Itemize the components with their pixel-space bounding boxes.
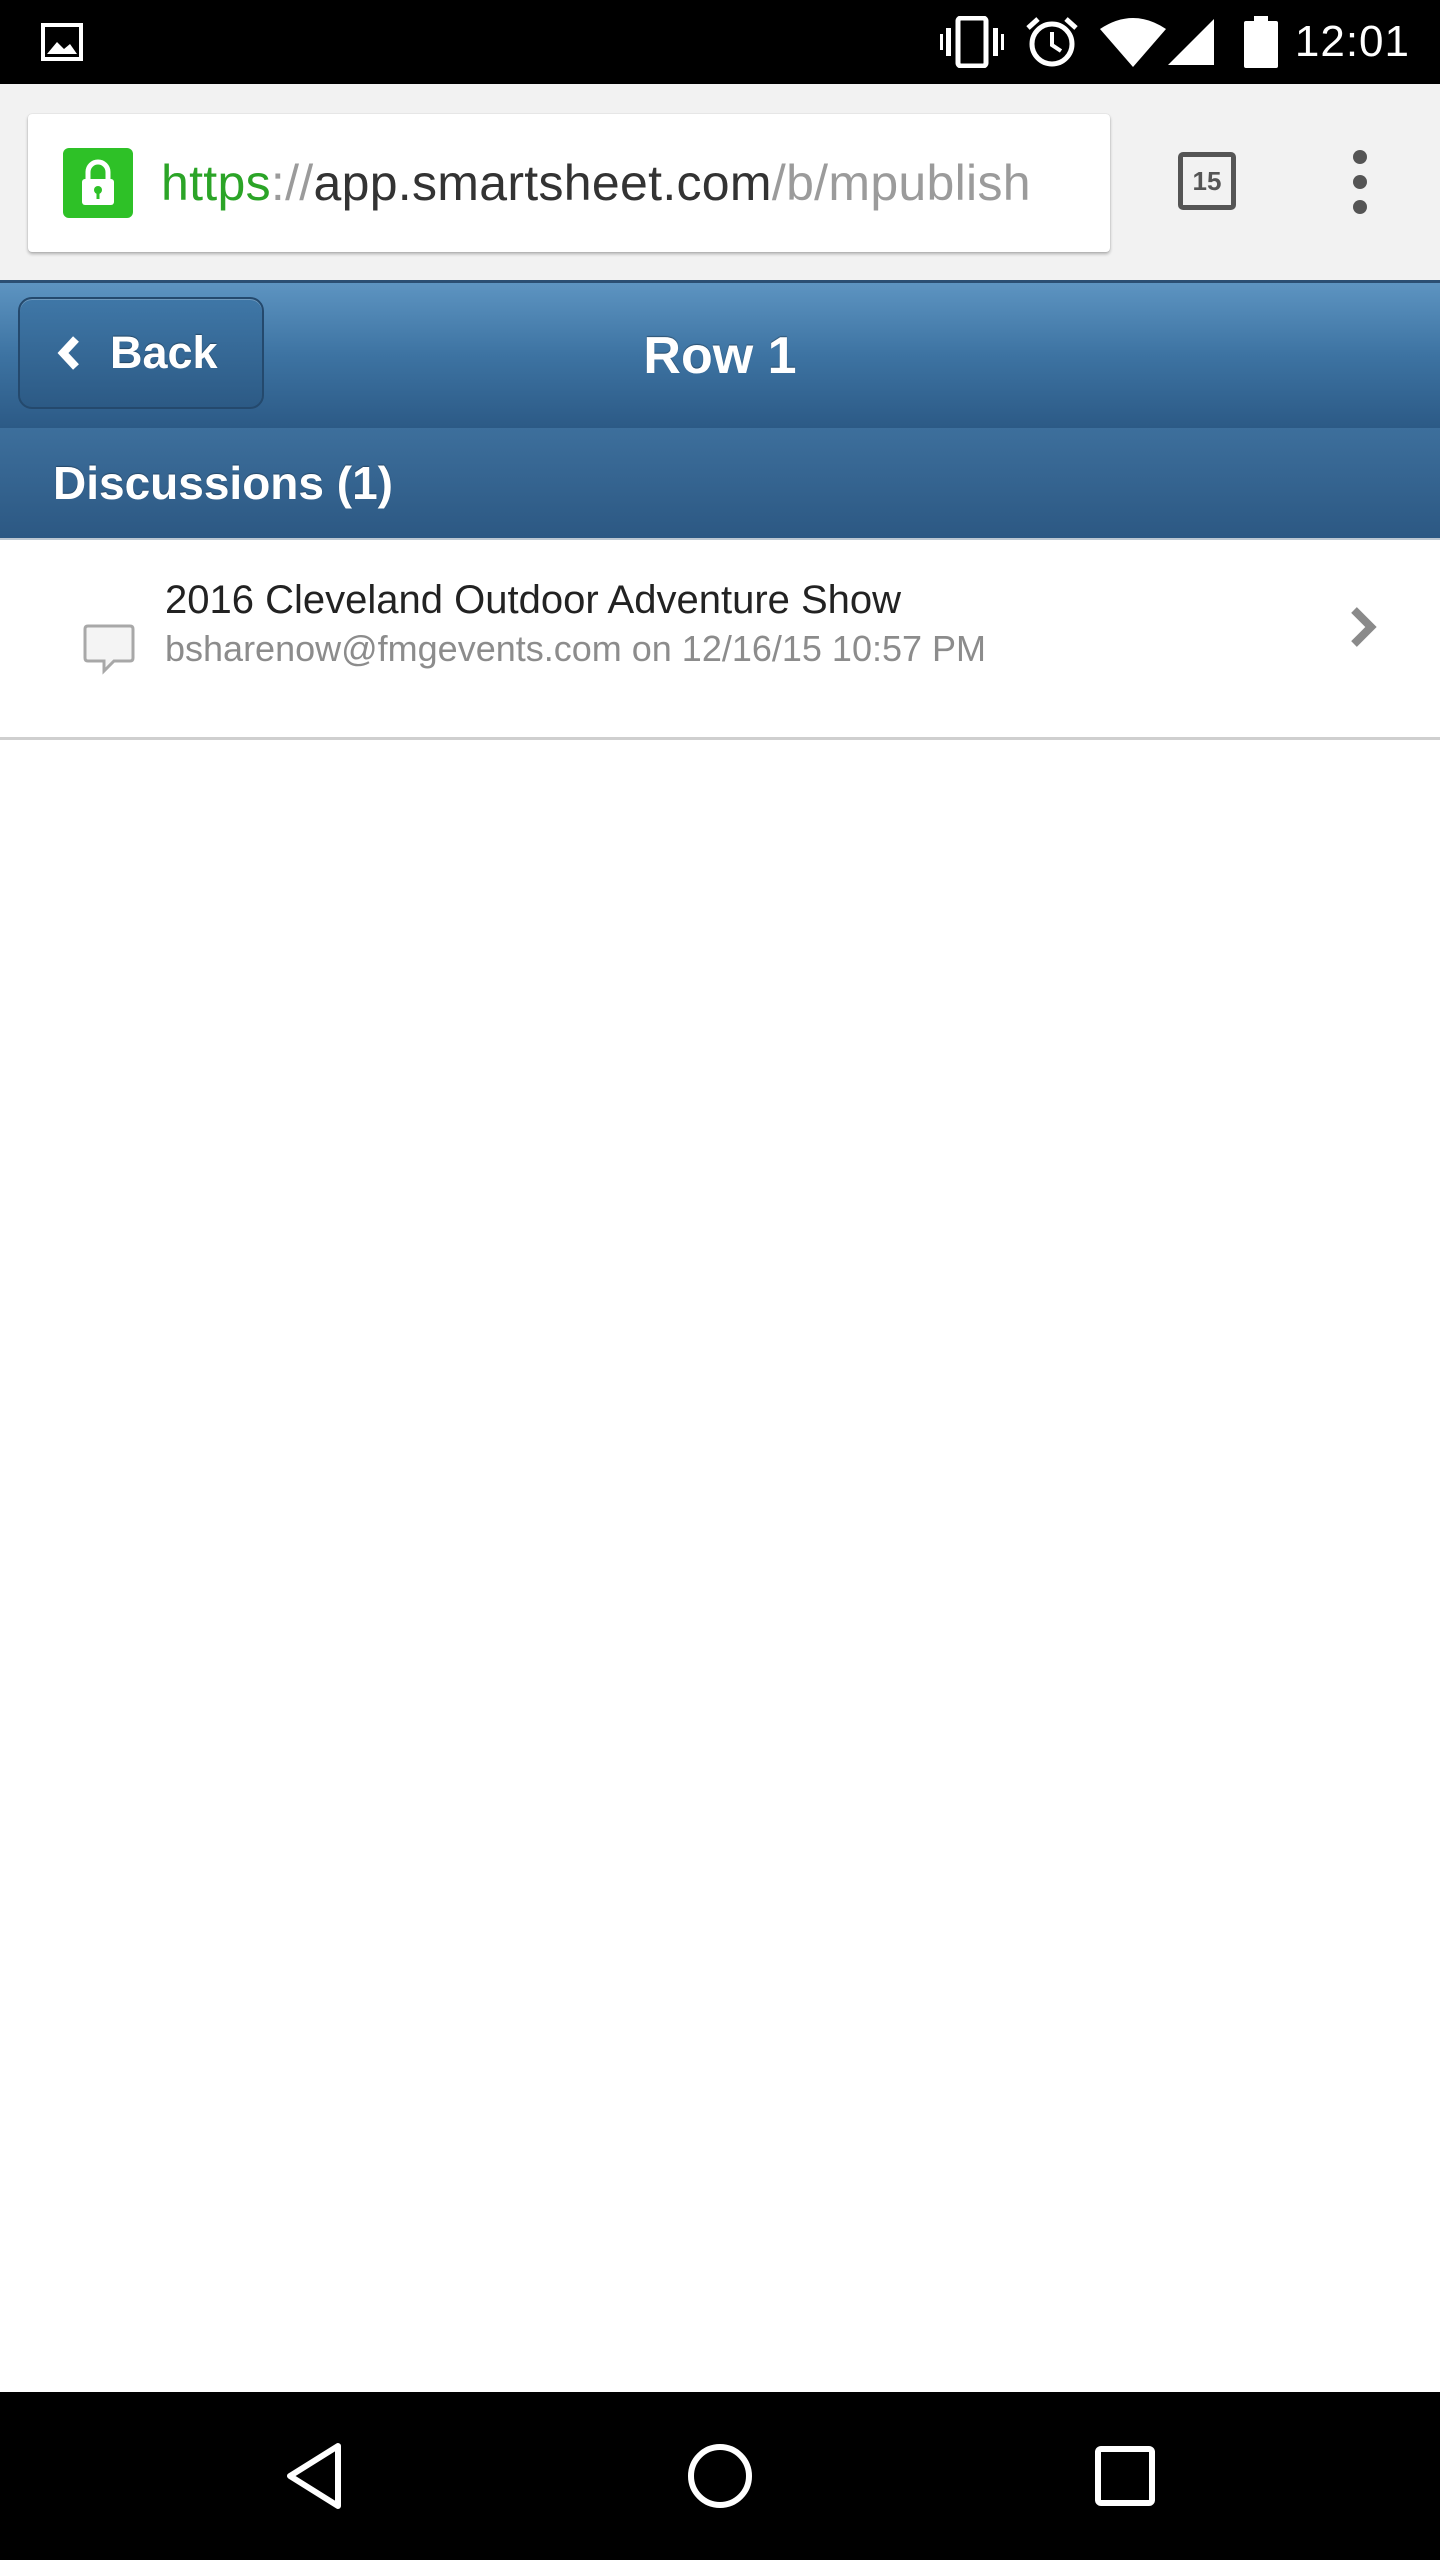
system-nav-bar [0, 2392, 1440, 2560]
home-nav-icon[interactable] [686, 2392, 754, 2560]
secure-lock-icon[interactable] [63, 148, 133, 218]
url-separator: :// [270, 155, 314, 211]
url-path: /b/mpublish [771, 155, 1031, 211]
image-notification-icon [40, 0, 84, 84]
url-scheme: https [161, 155, 271, 211]
status-bar: 12:01 [0, 0, 1440, 84]
comment-icon [83, 624, 135, 675]
chevron-left-icon [57, 336, 79, 370]
back-button-label: Back [110, 327, 218, 378]
cell-signal-icon [1166, 0, 1216, 84]
back-nav-icon[interactable] [284, 2392, 344, 2560]
discussion-list-item[interactable]: 2016 Cleveland Outdoor Adventure Show bs… [0, 540, 1440, 740]
tab-count: 15 [1192, 165, 1222, 196]
discussion-meta: bsharenow@fmgevents.com on 12/16/15 10:5… [165, 628, 987, 669]
tab-switcher-button[interactable]: 15 [1178, 152, 1236, 210]
discussions-section-header: Discussions (1) [0, 428, 1440, 540]
url-text[interactable]: https://app.smartsheet.com/b/mpublish [161, 154, 1031, 212]
back-button[interactable]: Back [18, 297, 264, 409]
address-bar[interactable]: https://app.smartsheet.com/b/mpublish [28, 114, 1110, 252]
wifi-icon [1100, 0, 1166, 84]
battery-icon [1244, 0, 1278, 84]
alarm-icon [1024, 0, 1080, 84]
vibrate-icon [940, 0, 1004, 84]
recents-nav-icon[interactable] [1094, 2392, 1156, 2560]
discussion-title: 2016 Cleveland Outdoor Adventure Show [165, 578, 902, 622]
browser-toolbar: https://app.smartsheet.com/b/mpublish 15 [0, 84, 1440, 280]
url-host: app.smartsheet.com [313, 155, 772, 211]
section-title: Discussions (1) [53, 457, 393, 509]
overflow-menu-icon[interactable] [1340, 150, 1380, 214]
status-clock: 12:01 [1294, 17, 1410, 66]
page-header: Back Row 1 [0, 280, 1440, 428]
chevron-right-icon [1351, 607, 1377, 647]
